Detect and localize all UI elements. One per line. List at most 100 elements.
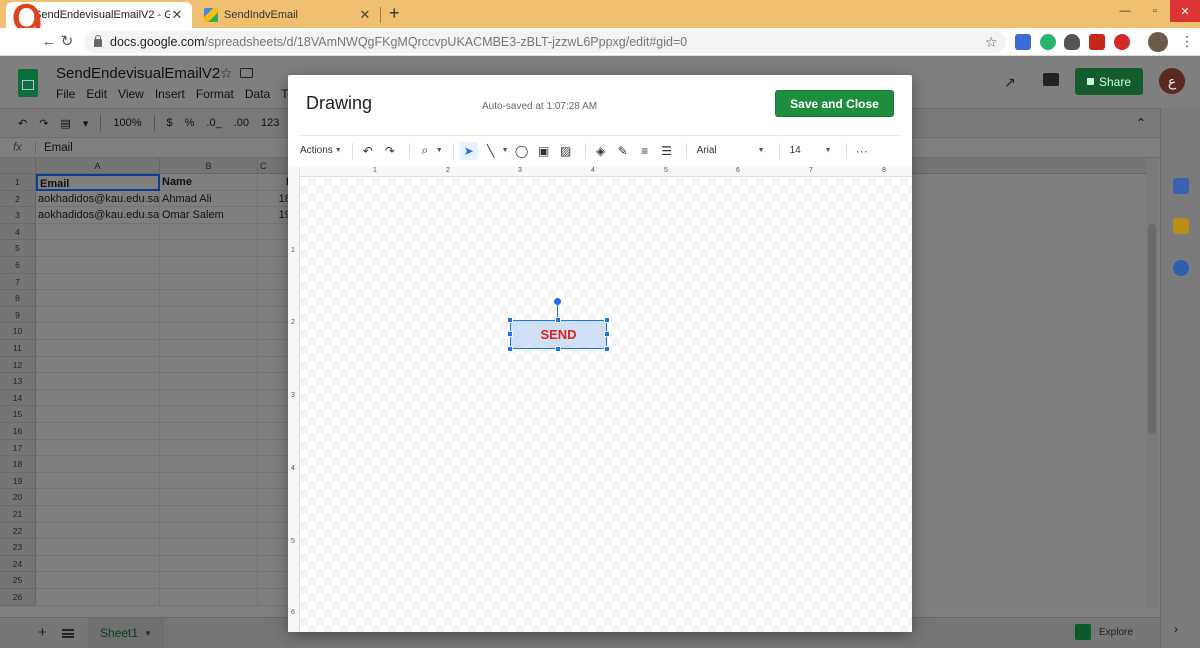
grid-cell[interactable] [36, 290, 160, 307]
resize-handle-bottom-left[interactable] [507, 346, 513, 352]
row-header[interactable]: 4 [0, 223, 36, 241]
grid-cell[interactable] [160, 572, 258, 589]
print-icon[interactable]: ▤ [60, 117, 70, 130]
row-header[interactable]: 8 [0, 290, 36, 307]
grid-cell[interactable] [160, 389, 258, 407]
border-weight-icon[interactable]: ≡ [636, 142, 654, 160]
more-formats-button[interactable]: 123 [261, 117, 279, 129]
grid-cell[interactable] [36, 472, 160, 490]
undo-icon[interactable]: ↶ [18, 117, 27, 130]
move-folder-icon[interactable] [240, 68, 253, 78]
row-header[interactable]: 5 [0, 240, 36, 257]
row-header[interactable]: 14 [0, 389, 36, 407]
font-size-select[interactable]: 14 ▼ [786, 140, 836, 162]
zoom-menu[interactable]: ⌕ ▼ [416, 140, 442, 162]
menu-file[interactable]: File [56, 87, 75, 101]
row-header[interactable]: 25 [0, 572, 36, 589]
sheets-logo-icon[interactable] [18, 69, 38, 97]
select-cursor-icon[interactable]: ➤ [459, 141, 478, 160]
grid-cell[interactable] [160, 340, 258, 357]
grid-cell[interactable] [36, 456, 160, 473]
menu-edit[interactable]: Edit [86, 87, 107, 101]
row-header[interactable]: 2 [0, 190, 36, 208]
n-extension-icon[interactable] [1114, 34, 1130, 50]
chrome-profile-avatar[interactable] [1148, 32, 1168, 52]
actions-menu[interactable]: Actions ▼ [300, 140, 342, 162]
shape-icon[interactable]: ◯ [513, 142, 531, 160]
grid-cell[interactable] [160, 223, 258, 241]
grid-cell[interactable] [160, 506, 258, 523]
paint-format-icon[interactable]: ▾ [83, 117, 89, 130]
grid-cell[interactable] [160, 373, 258, 390]
save-and-close-button[interactable]: Save and Close [775, 90, 894, 117]
grid-cell[interactable] [160, 489, 258, 506]
grid-cell[interactable]: aokhadidos@kau.edu.sa [36, 190, 160, 208]
grid-cell[interactable]: Ahmad Ali [160, 190, 258, 208]
resize-handle-bottom[interactable] [555, 346, 561, 352]
grid-cell[interactable] [160, 456, 258, 473]
grid-cell[interactable] [36, 539, 160, 556]
grid-cell[interactable] [160, 323, 258, 340]
grid-cell[interactable] [160, 306, 258, 324]
more-options-icon[interactable]: ··· [853, 142, 871, 160]
grid-cell[interactable] [160, 356, 258, 374]
grid-cell[interactable] [36, 257, 160, 274]
increase-decimal-button[interactable]: .00 [234, 117, 249, 129]
grid-cell[interactable] [36, 389, 160, 407]
grid-cell[interactable] [160, 257, 258, 274]
image-icon[interactable]: ▨ [557, 142, 575, 160]
resize-handle-left[interactable] [507, 331, 513, 337]
grid-cell[interactable] [160, 539, 258, 556]
browser-menu-icon[interactable]: ⋮ [1180, 33, 1194, 50]
decrease-decimal-button[interactable]: .0_ [206, 117, 221, 129]
row-header[interactable]: 15 [0, 406, 36, 423]
grid-cell[interactable] [160, 240, 258, 257]
grid-cell[interactable]: Email [36, 174, 160, 191]
menu-data[interactable]: Data [245, 87, 270, 101]
grid-cell[interactable] [36, 555, 160, 573]
send-button-shape[interactable]: SEND [510, 320, 607, 349]
grid-cell[interactable] [160, 555, 258, 573]
close-icon[interactable]: ✕ [170, 7, 184, 23]
grid-cell[interactable] [160, 290, 258, 307]
all-sheets-icon[interactable] [62, 629, 74, 638]
maximize-icon[interactable]: ▫ [1140, 0, 1170, 22]
pdf-extension-icon[interactable] [1089, 34, 1105, 50]
star-icon[interactable]: ☆ [220, 65, 233, 82]
grid-cell[interactable] [36, 506, 160, 523]
grid-cell[interactable] [36, 522, 160, 540]
grid-cell[interactable] [36, 223, 160, 241]
select-all-corner[interactable] [0, 158, 36, 174]
close-icon[interactable]: ✕ [358, 7, 372, 23]
row-header[interactable]: 7 [0, 273, 36, 291]
row-header[interactable]: 12 [0, 356, 36, 374]
row-header[interactable]: 6 [0, 257, 36, 274]
grid-cell[interactable] [160, 273, 258, 291]
grid-cell[interactable] [36, 572, 160, 589]
grid-cell[interactable] [36, 356, 160, 374]
back-arrow-icon[interactable]: ← [40, 33, 58, 51]
resize-handle-right[interactable] [604, 331, 610, 337]
explore-button[interactable]: Explore [1075, 624, 1133, 640]
grid-cell[interactable] [160, 522, 258, 540]
percent-format-button[interactable]: % [185, 117, 195, 129]
grid-cell[interactable] [160, 406, 258, 423]
grid-cell[interactable]: Omar Salem [160, 207, 258, 224]
window-close-icon[interactable]: ✕ [1170, 0, 1200, 22]
resize-handle-top-right[interactable] [604, 317, 610, 323]
grid-cell[interactable] [36, 373, 160, 390]
menu-format[interactable]: Format [196, 87, 234, 101]
row-header[interactable]: 10 [0, 323, 36, 340]
row-header[interactable]: 1 [0, 174, 36, 191]
grid-cell[interactable] [36, 240, 160, 257]
row-header[interactable]: 22 [0, 522, 36, 540]
row-header[interactable]: 3 [0, 207, 36, 224]
grid-cell[interactable] [36, 273, 160, 291]
grid-cell[interactable] [36, 306, 160, 324]
resize-handle-top-left[interactable] [507, 317, 513, 323]
user-avatar[interactable]: ع [1159, 68, 1185, 94]
tasks-icon[interactable] [1173, 260, 1189, 276]
grid-cell[interactable] [36, 340, 160, 357]
row-header[interactable]: 23 [0, 539, 36, 556]
column-header-b[interactable]: B [160, 158, 258, 174]
